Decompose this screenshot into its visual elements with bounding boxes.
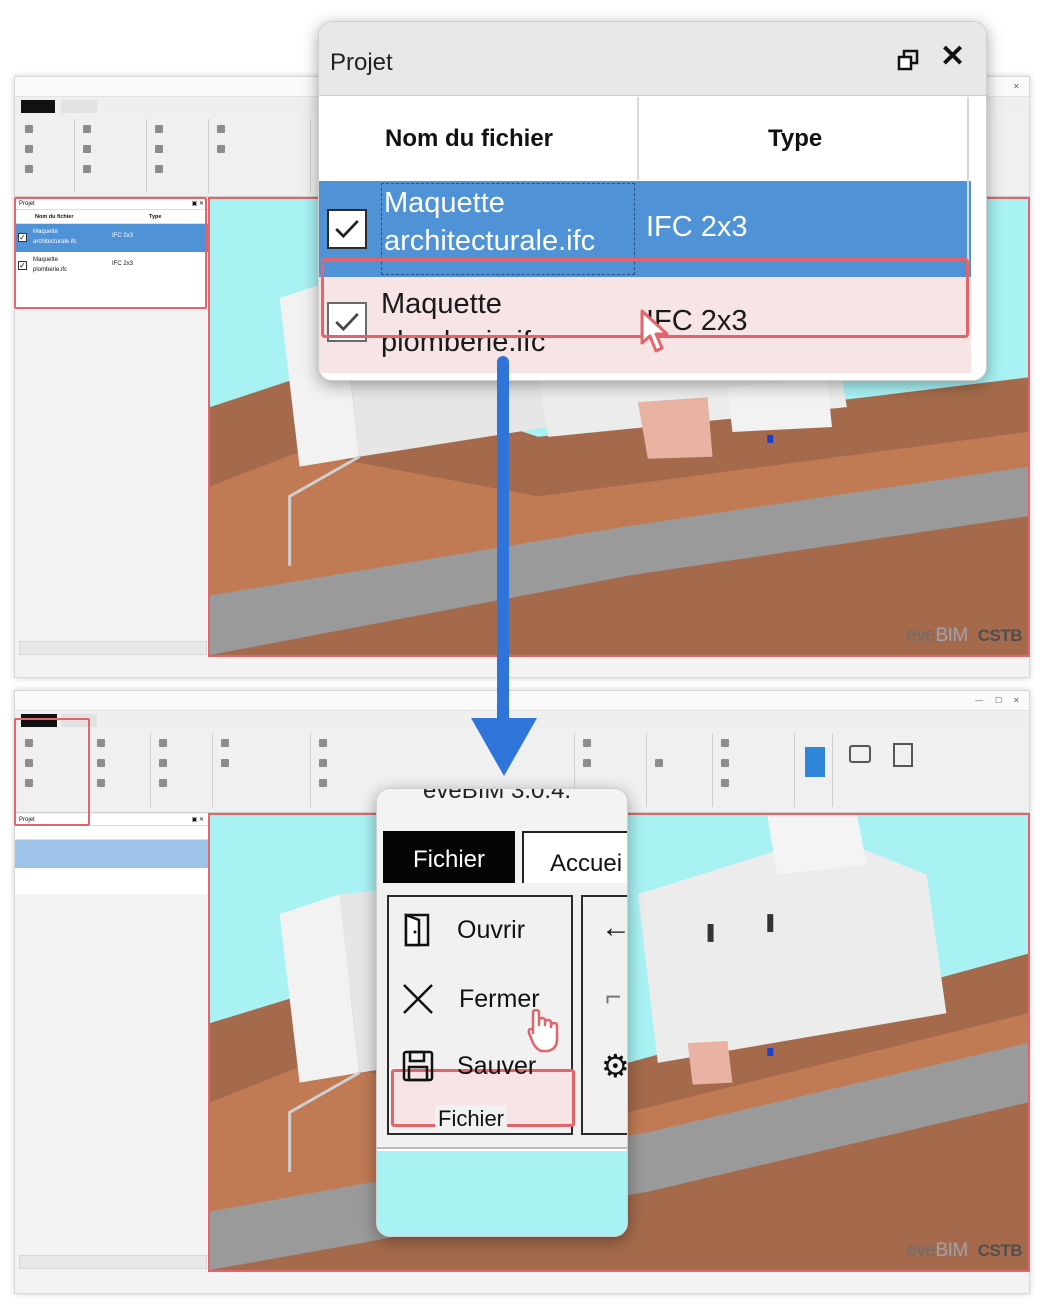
gear-icon[interactable]: ⚙ bbox=[601, 1047, 627, 1085]
filter-properties-icon[interactable] bbox=[721, 779, 733, 791]
column-separator bbox=[637, 97, 639, 180]
close-x-icon bbox=[403, 984, 433, 1014]
checkbox-checked[interactable] bbox=[327, 209, 367, 249]
model-panel-icon[interactable] bbox=[155, 145, 167, 157]
ribbon-group-extensions bbox=[835, 733, 935, 807]
file-type: IFC 2x3 bbox=[646, 211, 748, 243]
mouse-cursor-icon bbox=[527, 1009, 559, 1053]
maximize-icon[interactable]: ☐ bbox=[995, 691, 1002, 710]
ribbon-group-edit bbox=[77, 119, 147, 193]
highlight-project-panel bbox=[14, 197, 207, 309]
ribbon-group-file bbox=[19, 119, 75, 193]
filter-type-icon[interactable] bbox=[721, 739, 733, 751]
close-window-icon[interactable]: ✕ bbox=[1013, 77, 1020, 96]
panel-controls[interactable]: ▣ ✕ bbox=[192, 814, 204, 826]
view-mode-icon[interactable] bbox=[319, 759, 331, 771]
ribbon-group-identification bbox=[215, 733, 311, 807]
ribbon-group-identification bbox=[211, 119, 311, 193]
properties-panel-icon[interactable] bbox=[159, 779, 171, 791]
restore-window-icon[interactable] bbox=[897, 49, 919, 71]
undo-icon[interactable] bbox=[97, 739, 109, 751]
ribbon-group-edit bbox=[91, 733, 151, 807]
open-label: Ouvrir bbox=[457, 916, 526, 944]
search-icon[interactable] bbox=[655, 759, 667, 771]
project-column-headers bbox=[15, 826, 208, 840]
3d-viewport-fragment bbox=[377, 1151, 627, 1236]
comment-icon[interactable] bbox=[583, 759, 595, 771]
table-row[interactable] bbox=[15, 868, 208, 896]
undo-icon[interactable] bbox=[83, 125, 95, 137]
project-panel-icon[interactable] bbox=[155, 125, 167, 137]
properties-panel-icon[interactable] bbox=[155, 165, 167, 177]
highlight-file-group bbox=[14, 718, 90, 826]
table-row[interactable] bbox=[15, 840, 208, 868]
export-properties-icon[interactable] bbox=[217, 145, 229, 157]
open-door-icon bbox=[404, 913, 430, 947]
ribbon-group-search bbox=[649, 733, 713, 807]
window-titlebar: eveBIM 3.0.4. bbox=[377, 789, 627, 831]
tab-import-export[interactable] bbox=[103, 100, 163, 113]
tab-file[interactable] bbox=[21, 100, 55, 113]
preferences-icon[interactable] bbox=[83, 165, 95, 177]
horizontal-scrollbar[interactable] bbox=[19, 641, 207, 655]
ribbon-group-filter bbox=[715, 733, 795, 807]
brand-logo: eveBIM CSTB bbox=[906, 625, 1022, 646]
brand-logo: eveBIM CSTB bbox=[906, 1240, 1022, 1261]
project-panel-icon[interactable] bbox=[159, 739, 171, 751]
calendar-icon[interactable] bbox=[849, 745, 871, 763]
tab-help[interactable] bbox=[167, 100, 197, 113]
flow-arrow-shaft bbox=[497, 356, 509, 736]
tab-home[interactable] bbox=[61, 100, 97, 113]
view-all-icon[interactable] bbox=[319, 739, 331, 751]
ribbon: ← ⌐ ⚙ Ouvrir Fermer Sauver Fichier bbox=[377, 883, 627, 1149]
zoom-callout-project-panel: Projet ✕ Nom du fichier Type Maquette arc… bbox=[318, 21, 987, 381]
ribbon-group-plugin bbox=[797, 733, 833, 807]
undo-arrow-icon[interactable]: ← bbox=[601, 911, 627, 945]
ribbon-group-panels bbox=[149, 119, 209, 193]
ribbon-group-panels bbox=[153, 733, 213, 807]
column-type[interactable]: Type bbox=[768, 97, 822, 180]
preferences-icon[interactable] bbox=[97, 779, 109, 791]
filter-group-icon[interactable] bbox=[721, 759, 733, 771]
close-panel-icon[interactable]: ✕ bbox=[940, 41, 965, 73]
column-separator bbox=[967, 97, 969, 277]
display-icon[interactable] bbox=[319, 779, 331, 791]
zoom-callout-file-ribbon: eveBIM 3.0.4. Fichier Accuei ← ⌐ ⚙ Ouvri… bbox=[376, 788, 628, 1237]
model-panel-icon[interactable] bbox=[159, 759, 171, 771]
export-properties-icon[interactable] bbox=[221, 759, 233, 771]
tab-help[interactable] bbox=[167, 714, 197, 727]
tab-home[interactable]: Accuei bbox=[522, 831, 627, 887]
project-panel-title: Projet bbox=[330, 49, 393, 76]
down-arrow-icon bbox=[471, 718, 537, 776]
redo-icon[interactable]: ⌐ bbox=[605, 981, 621, 1013]
redo-icon[interactable] bbox=[97, 759, 109, 771]
plugin-icon[interactable] bbox=[805, 747, 825, 777]
project-panel-header: Projet ✕ bbox=[319, 22, 986, 96]
column-file-name[interactable]: Nom du fichier bbox=[385, 97, 553, 180]
minimize-icon[interactable]: — bbox=[975, 691, 983, 710]
settings-document-icon[interactable] bbox=[893, 743, 913, 767]
identification-icon[interactable] bbox=[221, 739, 233, 751]
horizontal-scrollbar[interactable] bbox=[19, 1255, 207, 1269]
window-title: eveBIM 3.0.4. bbox=[423, 788, 572, 804]
save-floppy-icon bbox=[402, 1050, 434, 1082]
annotations-icon[interactable] bbox=[583, 739, 595, 751]
close-icon[interactable] bbox=[25, 145, 37, 157]
window-titlebar: — ☐ ✕ bbox=[15, 691, 1029, 711]
ribbon-tabs: Fichier Accuei bbox=[377, 831, 627, 887]
identification-icon[interactable] bbox=[217, 125, 229, 137]
project-panel-small: Projet ▣ ✕ bbox=[15, 814, 208, 894]
save-icon[interactable] bbox=[25, 165, 37, 177]
tab-file[interactable]: Fichier bbox=[383, 831, 515, 883]
save-label: Sauver bbox=[457, 1052, 537, 1080]
ribbon-group-edit: ← ⌐ ⚙ bbox=[581, 895, 627, 1135]
ribbon-group-label: Fichier bbox=[435, 1105, 508, 1133]
redo-icon[interactable] bbox=[83, 145, 95, 157]
tab-import-export[interactable] bbox=[103, 714, 163, 727]
mouse-cursor-icon bbox=[640, 309, 669, 353]
close-window-icon[interactable]: ✕ bbox=[1013, 691, 1020, 710]
open-icon[interactable] bbox=[25, 125, 37, 137]
